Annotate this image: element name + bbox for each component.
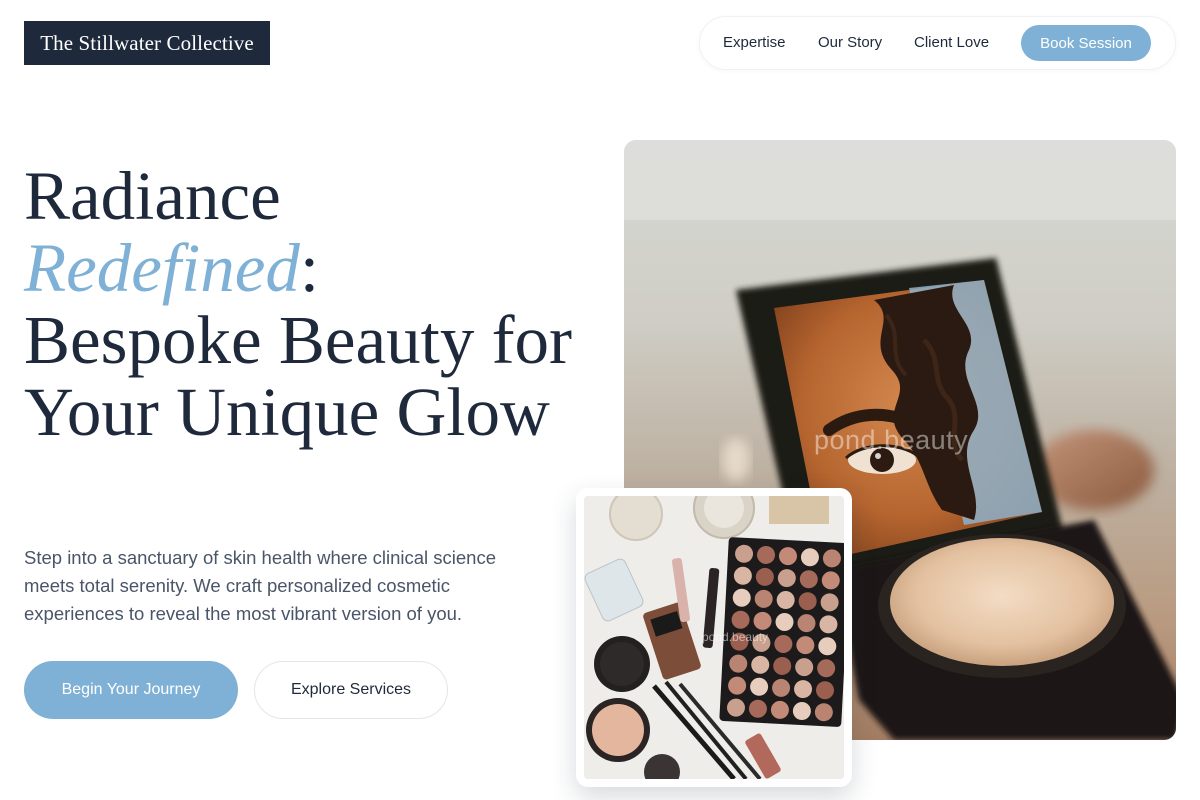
headline-accent: Redefined xyxy=(24,230,300,306)
inset-photo-watermark: pond.beauty xyxy=(702,630,769,644)
headline-rest: Bespoke Beauty for Your Unique Glow xyxy=(24,302,573,450)
main-nav: Expertise Our Story Client Love Book Ses… xyxy=(699,16,1176,70)
nav-link-our-story[interactable]: Our Story xyxy=(818,17,882,69)
begin-journey-button[interactable]: Begin Your Journey xyxy=(24,661,238,719)
makeup-flatlay-photo: pond.beauty xyxy=(584,496,844,779)
nav-link-expertise[interactable]: Expertise xyxy=(723,17,786,69)
brand-name: The Stillwater Collective xyxy=(40,30,254,55)
brand-logo[interactable]: The Stillwater Collective xyxy=(24,21,270,65)
explore-services-button[interactable]: Explore Services xyxy=(254,661,448,719)
inset-photo-card: pond.beauty xyxy=(576,488,852,787)
hero-headline: Radiance Redefined: Bespoke Beauty for Y… xyxy=(24,160,584,448)
main-photo-watermark: pond.beauty xyxy=(814,425,969,455)
headline-radiance: Radiance xyxy=(24,158,281,234)
nav-link-client-love[interactable]: Client Love xyxy=(914,17,989,69)
hero-subtext: Step into a sanctuary of skin health whe… xyxy=(24,547,497,624)
headline-colon: : xyxy=(299,230,320,306)
book-session-button[interactable]: Book Session xyxy=(1021,25,1151,61)
